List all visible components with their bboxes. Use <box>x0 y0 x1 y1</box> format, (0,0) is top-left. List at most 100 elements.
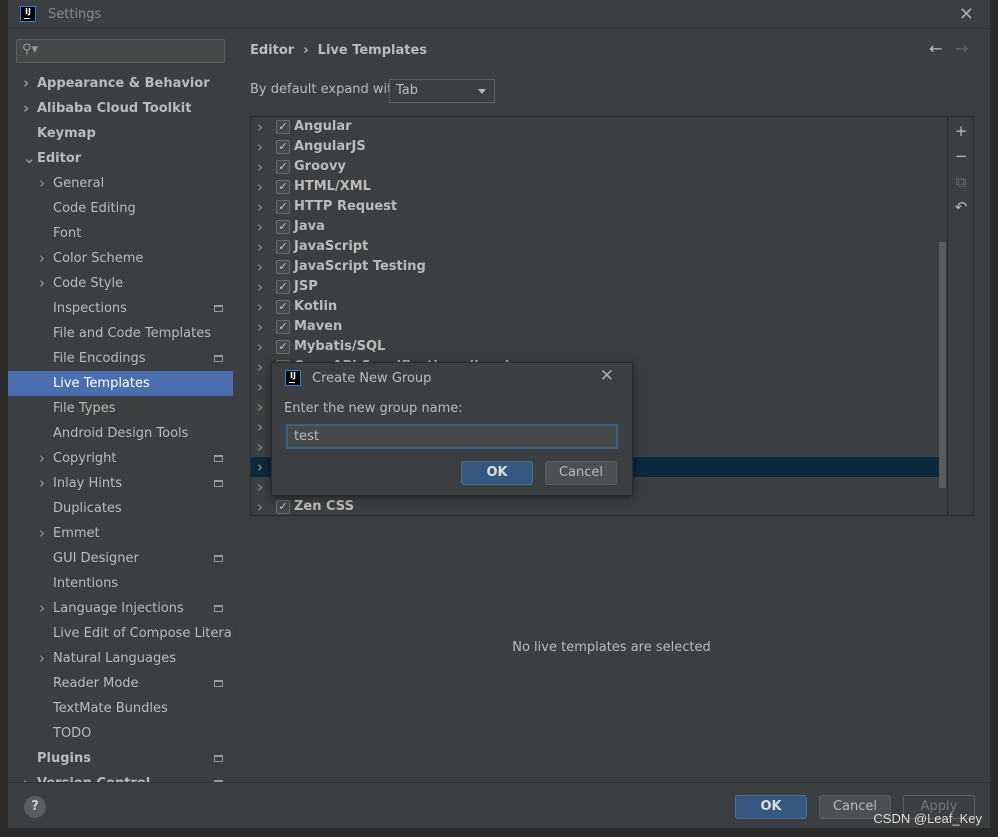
group-checkbox[interactable]: ✓ <box>276 120 290 134</box>
sidebar-item[interactable]: › Language Injections <box>8 596 233 621</box>
chevron-right-icon[interactable]: › <box>257 357 263 377</box>
sidebar-item[interactable]: Plugins <box>8 746 233 771</box>
chevron-right-icon[interactable]: › <box>257 257 263 277</box>
group-checkbox[interactable]: ✓ <box>276 320 290 334</box>
group-checkbox[interactable]: ✓ <box>276 220 290 234</box>
chevron-right-icon[interactable]: › <box>23 71 29 96</box>
template-group-row[interactable]: › ✓ Zen CSS <box>251 497 939 515</box>
sidebar-item[interactable]: Inspections <box>8 296 233 321</box>
chevron-right-icon[interactable]: › <box>257 417 263 437</box>
sidebar-item[interactable]: › Color Scheme <box>8 246 233 271</box>
chevron-right-icon[interactable]: › <box>257 237 263 257</box>
sidebar-item[interactable]: Duplicates <box>8 496 233 521</box>
chevron-right-icon[interactable]: › <box>39 246 45 271</box>
template-group-row[interactable]: › ✓ Kotlin <box>251 297 939 317</box>
chevron-right-icon[interactable]: › <box>257 157 263 177</box>
group-checkbox[interactable]: ✓ <box>276 180 290 194</box>
sidebar-item[interactable]: › Inlay Hints <box>8 471 233 496</box>
sidebar-item[interactable]: › General <box>8 171 233 196</box>
chevron-right-icon[interactable]: › <box>257 197 263 217</box>
dialog-cancel-button[interactable]: Cancel <box>545 461 617 485</box>
forward-arrow-icon[interactable]: → <box>955 39 968 58</box>
chevron-right-icon[interactable]: › <box>257 217 263 237</box>
sidebar-item[interactable]: › Emmet <box>8 521 233 546</box>
template-group-row[interactable]: › ✓ HTTP Request <box>251 197 939 217</box>
sidebar-item[interactable]: Reader Mode <box>8 671 233 696</box>
sidebar-item[interactable]: Keymap <box>8 121 233 146</box>
sidebar-item[interactable]: › Version Control <box>8 771 233 782</box>
sidebar-item[interactable]: Android Design Tools <box>8 421 233 446</box>
group-checkbox[interactable]: ✓ <box>276 260 290 274</box>
breadcrumb-item[interactable]: Editor <box>250 43 294 58</box>
template-group-row[interactable]: › ✓ JavaScript Testing <box>251 257 939 277</box>
template-group-row[interactable]: › ✓ Mybatis/SQL <box>251 337 939 357</box>
sidebar-item[interactable]: › Natural Languages <box>8 646 233 671</box>
expand-with-dropdown[interactable]: Tab <box>389 79 495 103</box>
sidebar-item[interactable]: GUI Designer <box>8 546 233 571</box>
sidebar-item[interactable]: Live Edit of Compose Literal <box>8 621 233 646</box>
group-checkbox[interactable]: ✓ <box>276 200 290 214</box>
sidebar-item[interactable]: › Copyright <box>8 446 233 471</box>
chevron-right-icon[interactable]: › <box>257 177 263 197</box>
template-group-row[interactable]: › ✓ Java <box>251 217 939 237</box>
chevron-right-icon[interactable]: › <box>39 521 45 546</box>
close-icon[interactable]: ✕ <box>600 366 614 386</box>
template-group-row[interactable]: › ✓ HTML/XML <box>251 177 939 197</box>
sidebar-item[interactable]: Intentions <box>8 571 233 596</box>
chevron-right-icon[interactable]: › <box>39 171 45 196</box>
ok-button[interactable]: OK <box>735 795 807 819</box>
chevron-right-icon[interactable]: › <box>257 317 263 337</box>
restore-icon[interactable]: ↶ <box>952 198 970 216</box>
group-checkbox[interactable]: ✓ <box>276 300 290 314</box>
sidebar-item[interactable]: File and Code Templates <box>8 321 233 346</box>
template-group-row[interactable]: › ✓ Angular <box>251 117 939 137</box>
group-name-input[interactable] <box>286 424 618 449</box>
chevron-right-icon[interactable]: › <box>257 497 263 515</box>
chevron-right-icon[interactable]: › <box>257 297 263 317</box>
chevron-right-icon[interactable]: › <box>257 277 263 297</box>
group-checkbox[interactable]: ✓ <box>276 280 290 294</box>
sidebar-item[interactable]: ⌄ Editor <box>8 146 233 171</box>
chevron-right-icon[interactable]: › <box>257 377 263 397</box>
sidebar-item[interactable]: TextMate Bundles <box>8 696 233 721</box>
close-icon[interactable]: ✕ <box>959 4 974 25</box>
chevron-right-icon[interactable]: › <box>257 337 263 357</box>
sidebar-item[interactable]: TODO <box>8 721 233 746</box>
chevron-right-icon[interactable]: › <box>257 477 263 497</box>
sidebar-item[interactable]: File Types <box>8 396 233 421</box>
search-input[interactable]: ⚲▾ <box>16 39 225 63</box>
chevron-right-icon[interactable]: › <box>39 271 45 296</box>
group-checkbox[interactable]: ✓ <box>276 140 290 154</box>
template-group-row[interactable]: › ✓ Maven <box>251 317 939 337</box>
chevron-right-icon[interactable]: › <box>23 96 29 121</box>
sidebar-item[interactable]: › Appearance & Behavior <box>8 71 233 96</box>
sidebar-item[interactable]: › Alibaba Cloud Toolkit <box>8 96 233 121</box>
template-group-row[interactable]: › ✓ Groovy <box>251 157 939 177</box>
group-checkbox[interactable]: ✓ <box>276 340 290 354</box>
add-icon[interactable]: + <box>952 122 970 140</box>
sidebar-item[interactable]: Code Editing <box>8 196 233 221</box>
template-group-row[interactable]: › ✓ JSP <box>251 277 939 297</box>
template-group-row[interactable]: › ✓ AngularJS <box>251 137 939 157</box>
sidebar-item[interactable]: › Code Style <box>8 271 233 296</box>
group-checkbox[interactable]: ✓ <box>276 160 290 174</box>
chevron-right-icon[interactable]: › <box>23 771 29 782</box>
back-arrow-icon[interactable]: ← <box>929 39 942 58</box>
chevron-right-icon[interactable]: › <box>39 596 45 621</box>
chevron-right-icon[interactable]: › <box>257 117 263 137</box>
remove-icon[interactable]: − <box>952 147 970 165</box>
chevron-right-icon[interactable]: › <box>257 397 263 417</box>
copy-icon[interactable]: ⧉ <box>952 173 970 191</box>
group-checkbox[interactable]: ✓ <box>276 500 290 514</box>
sidebar-item[interactable]: File Encodings <box>8 346 233 371</box>
list-scrollbar[interactable] <box>939 242 946 488</box>
sidebar-item[interactable]: Font <box>8 221 233 246</box>
dialog-ok-button[interactable]: OK <box>461 461 533 485</box>
chevron-right-icon[interactable]: › <box>257 137 263 157</box>
chevron-down-icon[interactable]: ⌄ <box>23 146 36 171</box>
chevron-right-icon[interactable]: › <box>39 646 45 671</box>
chevron-right-icon[interactable]: › <box>257 437 263 457</box>
template-group-row[interactable]: › ✓ JavaScript <box>251 237 939 257</box>
chevron-right-icon[interactable]: › <box>39 471 45 496</box>
sidebar-item[interactable]: Live Templates <box>8 371 233 396</box>
